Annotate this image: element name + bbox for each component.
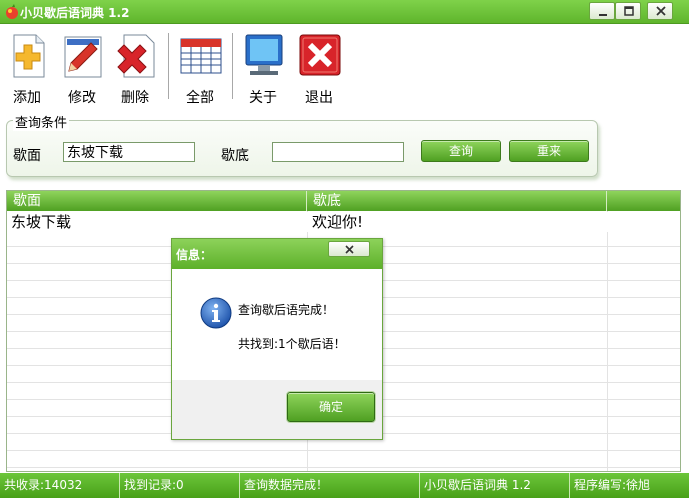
add-icon [13,34,45,78]
ok-button[interactable]: 确定 [286,391,376,423]
column-divider [607,211,608,471]
back-label: 歇底 [221,148,249,164]
table-icon [180,38,222,74]
dialog-title-bar: 信息： [172,239,382,269]
minimize-button[interactable] [589,2,615,20]
column-header-back[interactable]: 歇底 [307,191,607,211]
front-input[interactable] [63,142,195,162]
edit-label: 修改 [68,90,96,106]
toolbar: 添加 修改 删除 全部 关于 退出 [0,25,689,106]
add-button[interactable]: 添加 [2,33,52,106]
status-found: 找到记录:0 [120,473,240,498]
dialog-body: 查询歇后语完成！ 共找到:1个歇后语！ [172,269,382,380]
delete-label: 删除 [121,90,149,106]
query-group: 查询条件 歇面 歇底 查询 重来 [6,112,598,177]
exit-icon [299,34,341,76]
grid-header: 歇面 歇底 [7,191,680,211]
pencil-icon [64,36,102,78]
toolbar-separator [232,33,234,99]
search-button[interactable]: 查询 [421,140,501,162]
about-label: 关于 [249,90,277,106]
minimize-icon [599,14,607,16]
app-icon [6,4,18,19]
exit-button[interactable]: 退出 [294,33,344,106]
delete-button[interactable]: 删除 [110,33,160,106]
status-app: 小贝歇后语词典 1.2 [420,473,570,498]
status-message: 查询数据完成！ [240,473,420,498]
info-dialog: 信息： 查询歇后语完成！ 共找到:1个歇后语！ 确定 [171,238,383,440]
window-title: 小贝歇后语词典 1.2 [20,6,130,20]
add-label: 添加 [13,90,41,106]
cell-front: 东坡下载 [11,213,72,231]
status-author: 程序编写:徐旭 [574,478,651,492]
exit-label: 退出 [305,90,333,106]
front-label: 歇面 [13,148,41,164]
reset-button[interactable]: 重来 [509,140,589,162]
dialog-close-button[interactable] [328,241,370,257]
back-input[interactable] [272,142,404,162]
toolbar-separator [168,33,170,99]
edit-button[interactable]: 修改 [57,33,107,106]
monitor-icon [245,34,283,75]
close-icon [656,6,666,16]
column-header-empty [607,191,680,211]
title-bar: 小贝歇后语词典 1.2 [0,0,689,24]
query-legend: 查询条件 [13,112,70,131]
dialog-title: 信息： [176,248,213,262]
maximize-icon [624,6,634,16]
cell-back: 欢迎你! [312,213,364,231]
dialog-message-secondary: 共找到:1个歇后语！ [238,337,346,351]
table-row[interactable]: 东坡下载 欢迎你! [7,212,680,232]
about-button[interactable]: 关于 [238,33,288,106]
info-icon [200,297,232,329]
all-button[interactable]: 全部 [175,33,225,106]
dialog-message-primary: 查询歇后语完成！ [238,303,335,317]
close-window-button[interactable] [647,2,673,20]
all-label: 全部 [186,90,214,106]
status-bar: 共收录:14032 找到记录:0 查询数据完成！ 小贝歇后语词典 1.2 程序编… [0,473,689,498]
column-header-front[interactable]: 歇面 [7,191,307,211]
close-icon [345,245,354,254]
status-total: 共收录:14032 [0,473,120,498]
delete-icon [117,34,155,78]
maximize-button[interactable] [615,2,641,20]
